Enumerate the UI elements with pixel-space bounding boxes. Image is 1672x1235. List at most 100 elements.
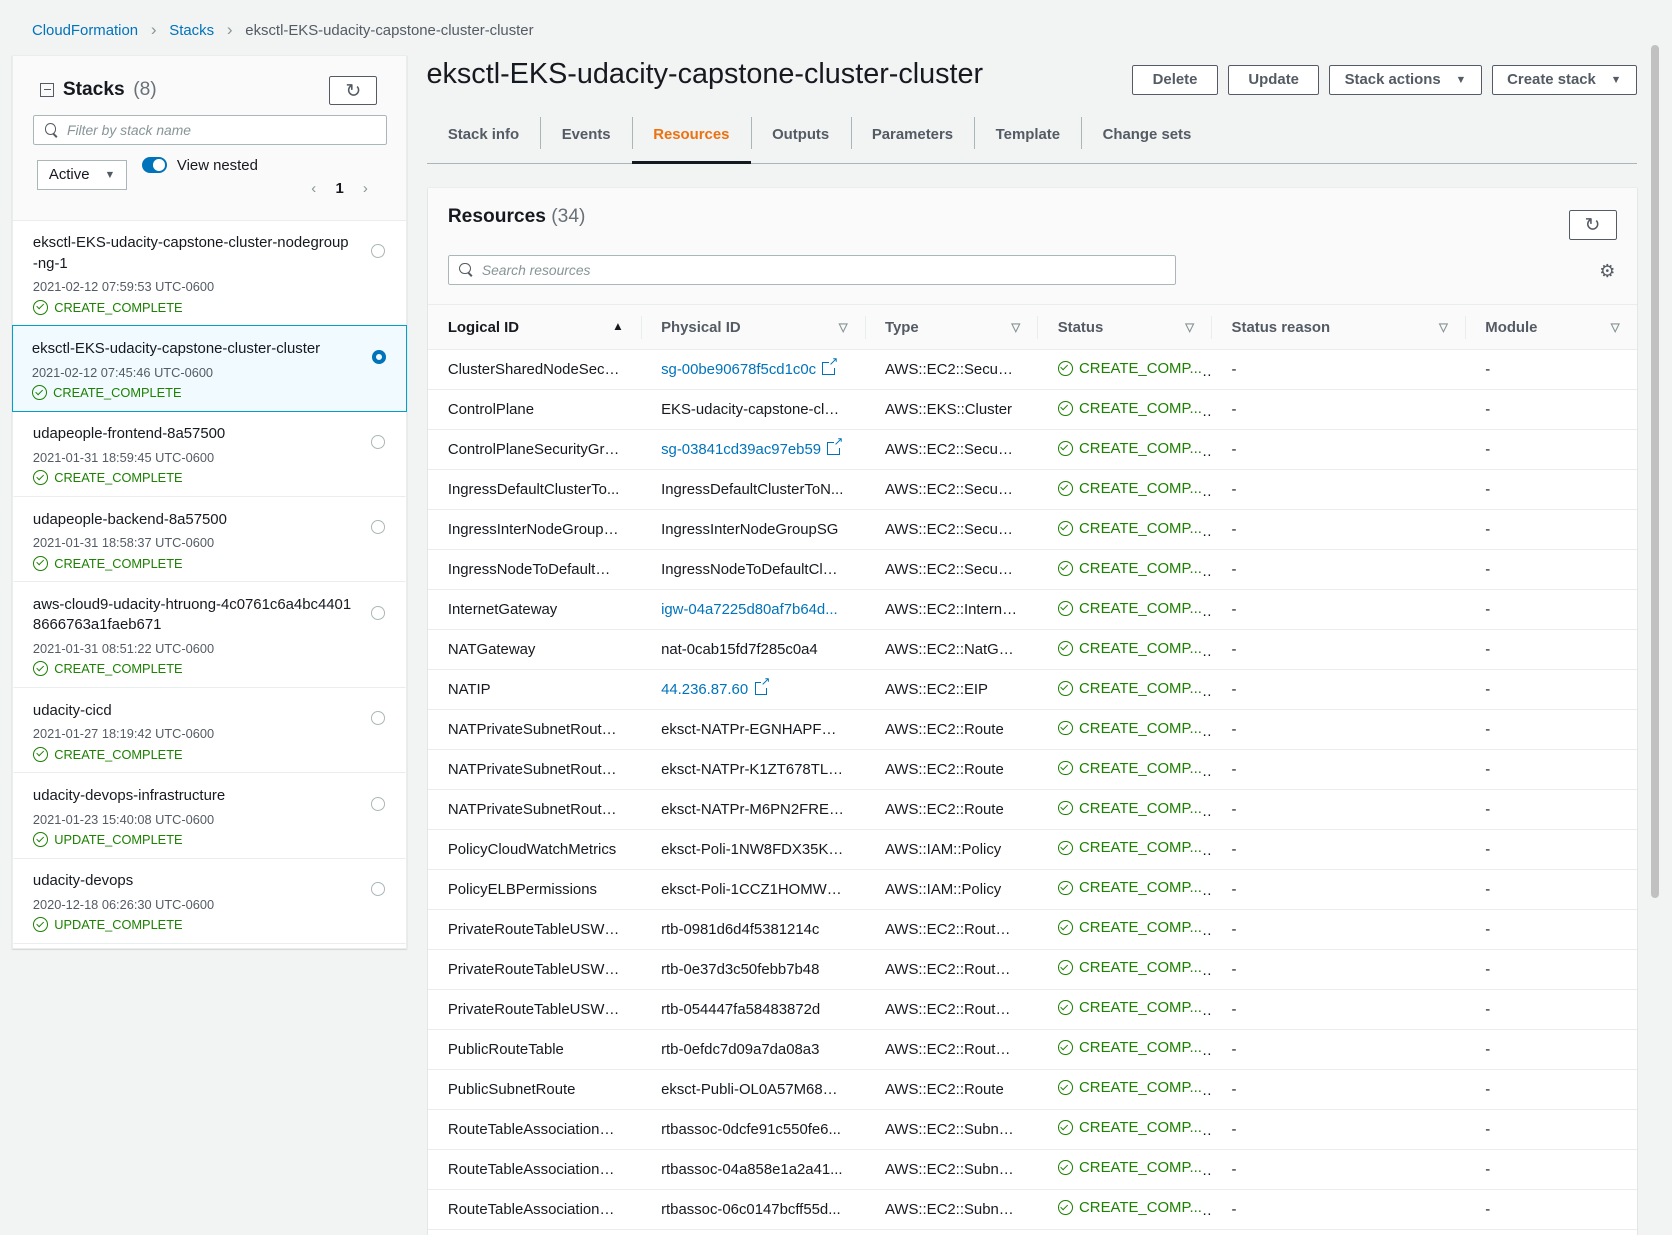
collapse-icon[interactable]: [40, 82, 55, 97]
sort-ascending-icon[interactable]: ▲: [612, 320, 624, 333]
module: -: [1465, 669, 1637, 711]
logical-id: RouteTableAssociationPr...: [427, 1149, 641, 1190]
stack-list-item[interactable]: udacity-devops-infrastructure 2021-01-23…: [12, 773, 407, 859]
filter-stacks-input[interactable]: Filter by stack name: [32, 115, 387, 145]
check-circle-icon: [32, 299, 48, 315]
stack-radio[interactable]: [371, 244, 386, 258]
check-circle-icon: [1057, 1040, 1073, 1056]
stack-name[interactable]: udacity-cicd: [33, 701, 352, 721]
physical-id[interactable]: 44.236.87.60: [640, 669, 865, 711]
breadcrumb-stacks[interactable]: Stacks: [169, 22, 214, 39]
gear-icon[interactable]: ⚙: [1599, 261, 1615, 282]
column-header[interactable]: Logical ID ▲: [427, 304, 641, 351]
sort-icon[interactable]: ▽: [1439, 320, 1448, 334]
tab-events[interactable]: Events: [540, 117, 632, 163]
column-label: Status reason: [1231, 318, 1331, 336]
page-scrollbar[interactable]: [1650, 44, 1660, 898]
stack-name[interactable]: aws-cloud9-udacity-htruong-4c0761c6a4bc4…: [33, 595, 352, 636]
stack-tabs: Stack info Events Resources Outputs Paramete…: [426, 117, 1637, 165]
physical-id: rtb-0efdc7d09a7da08a3: [640, 1029, 865, 1070]
stack-radio[interactable]: [371, 520, 386, 535]
physical-id-text[interactable]: 44.236.87.60: [661, 681, 748, 698]
stack-radio[interactable]: [371, 882, 386, 896]
column-header[interactable]: Module ▽: [1465, 304, 1637, 351]
stack-list-item[interactable]: udacity-cicd 2021-01-27 18:19:42 UTC-060…: [12, 688, 407, 774]
tab-stack-info[interactable]: Stack info: [427, 117, 541, 163]
stack-list-item[interactable]: eksctl-EKS-udacity-capstone-cluster-node…: [12, 221, 407, 327]
external-link-icon[interactable]: [822, 355, 839, 376]
sort-icon[interactable]: ▽: [1611, 320, 1620, 334]
stack-radio[interactable]: [371, 711, 386, 726]
view-nested-toggle[interactable]: [141, 156, 168, 173]
physical-id: IngressInterNodeGroupSG: [640, 509, 865, 551]
module: -: [1465, 469, 1637, 511]
stack-name[interactable]: udapeople-frontend-8a57500: [33, 424, 352, 444]
external-link-icon[interactable]: [754, 675, 771, 696]
stack-name[interactable]: eksctl-EKS-udacity-capstone-cluster-node…: [33, 233, 352, 274]
stack-radio[interactable]: [372, 349, 386, 364]
stack-name[interactable]: udacity-devops-infrastructure: [33, 786, 352, 806]
breadcrumb-cloudformation[interactable]: CloudFormation: [32, 22, 138, 39]
stack-list-item[interactable]: eksctl-EKS-udacity-capstone-cluster-clus…: [11, 325, 408, 412]
prev-page-icon[interactable]: ‹: [311, 180, 316, 197]
physical-id-text[interactable]: sg-00be90678f5cd1c0c: [661, 361, 816, 378]
resource-status: CREATE_COMP...: [1037, 869, 1212, 910]
stack-list-item[interactable]: udapeople-frontend-8a57500 2021-01-31 18…: [12, 412, 407, 497]
stack-radio[interactable]: [371, 796, 386, 811]
tab-template[interactable]: Template: [974, 117, 1081, 163]
physical-id[interactable]: igw-04a7225d80af7b64d...: [640, 589, 865, 631]
status-reason: -: [1211, 469, 1466, 511]
sort-icon[interactable]: ▽: [1011, 320, 1020, 334]
refresh-resources-button[interactable]: ↻: [1568, 209, 1617, 240]
tab-resources[interactable]: Resources: [631, 117, 752, 165]
tab-parameters[interactable]: Parameters: [850, 117, 975, 163]
next-page-icon[interactable]: ›: [363, 180, 368, 197]
status-label: CREATE_COMP...: [1079, 959, 1202, 977]
column-header[interactable]: Type ▽: [864, 304, 1038, 351]
stack-name[interactable]: eksctl-EKS-udacity-capstone-cluster-clus…: [32, 339, 353, 359]
physical-id[interactable]: sg-00be90678f5cd1c0c: [640, 349, 865, 391]
tab-change-sets[interactable]: Change sets: [1081, 117, 1212, 163]
logical-id: RouteTableAssociationPr...: [427, 1189, 641, 1230]
create-stack-button[interactable]: Create stack ▼: [1491, 65, 1637, 95]
sort-icon[interactable]: ▽: [1185, 320, 1194, 334]
column-label: Logical ID: [447, 318, 520, 336]
logical-id: ControlPlaneSecurityGro...: [427, 429, 641, 471]
delete-button[interactable]: Delete: [1132, 65, 1218, 95]
stack-name[interactable]: udacity-devops: [33, 871, 352, 891]
stack-list-item[interactable]: udacity-devops 2020-12-18 06:26:30 UTC-0…: [12, 859, 407, 944]
tab-outputs[interactable]: Outputs: [750, 117, 851, 163]
page-number[interactable]: 1: [335, 180, 343, 197]
check-circle-icon: [32, 832, 48, 847]
sort-icon[interactable]: ▽: [839, 320, 848, 334]
search-resources-input[interactable]: Search resources: [447, 254, 1177, 285]
physical-id-text: rtbassoc-06c0147bcff55d...: [661, 1200, 841, 1218]
status-filter-select[interactable]: Active ▼: [37, 159, 127, 190]
column-header[interactable]: Status ▽: [1037, 304, 1212, 351]
physical-id-text[interactable]: igw-04a7225d80af7b64d...: [661, 601, 838, 618]
refresh-stacks-button[interactable]: ↻: [329, 75, 378, 106]
physical-id-text[interactable]: sg-03841cd39ac97eb59: [661, 441, 821, 458]
module: -: [1465, 829, 1637, 870]
column-header[interactable]: Physical ID ▽: [640, 304, 865, 351]
physical-id-text: eksct-Poli-1NW8FDX35KIFN: [661, 840, 853, 858]
stack-list-item[interactable]: aws-cloud9-udacity-htruong-4c0761c6a4bc4…: [12, 582, 407, 688]
stack-name[interactable]: udapeople-backend-8a57500: [33, 510, 352, 530]
stack-date: 2021-01-31 08:51:22 UTC-0600: [32, 640, 215, 656]
tab-label: Outputs: [772, 126, 830, 144]
stack-radio[interactable]: [371, 435, 386, 449]
check-circle-icon: [1057, 840, 1073, 856]
physical-id-text: EKS-udacity-capstone-clu...: [661, 401, 846, 419]
stack-list-item[interactable]: udapeople-backend-8a57500 2021-01-31 18:…: [12, 497, 407, 583]
physical-id[interactable]: sg-03841cd39ac97eb59: [640, 429, 865, 471]
module: -: [1465, 589, 1637, 631]
update-button[interactable]: Update: [1228, 65, 1319, 95]
stack-radio[interactable]: [371, 605, 386, 620]
physical-id: eksct-Poli-1CCZ1HOMWR...: [640, 869, 865, 910]
logical-id: IngressNodeToDefaultCl...: [427, 549, 641, 591]
table-row: IngressDefaultClusterTo... IngressDefaul…: [427, 469, 1637, 511]
external-link-icon[interactable]: [827, 435, 844, 456]
caret-down-icon: ▼: [1455, 73, 1467, 86]
column-header[interactable]: Status reason ▽: [1211, 304, 1466, 351]
stack-actions-button[interactable]: Stack actions ▼: [1328, 65, 1483, 95]
